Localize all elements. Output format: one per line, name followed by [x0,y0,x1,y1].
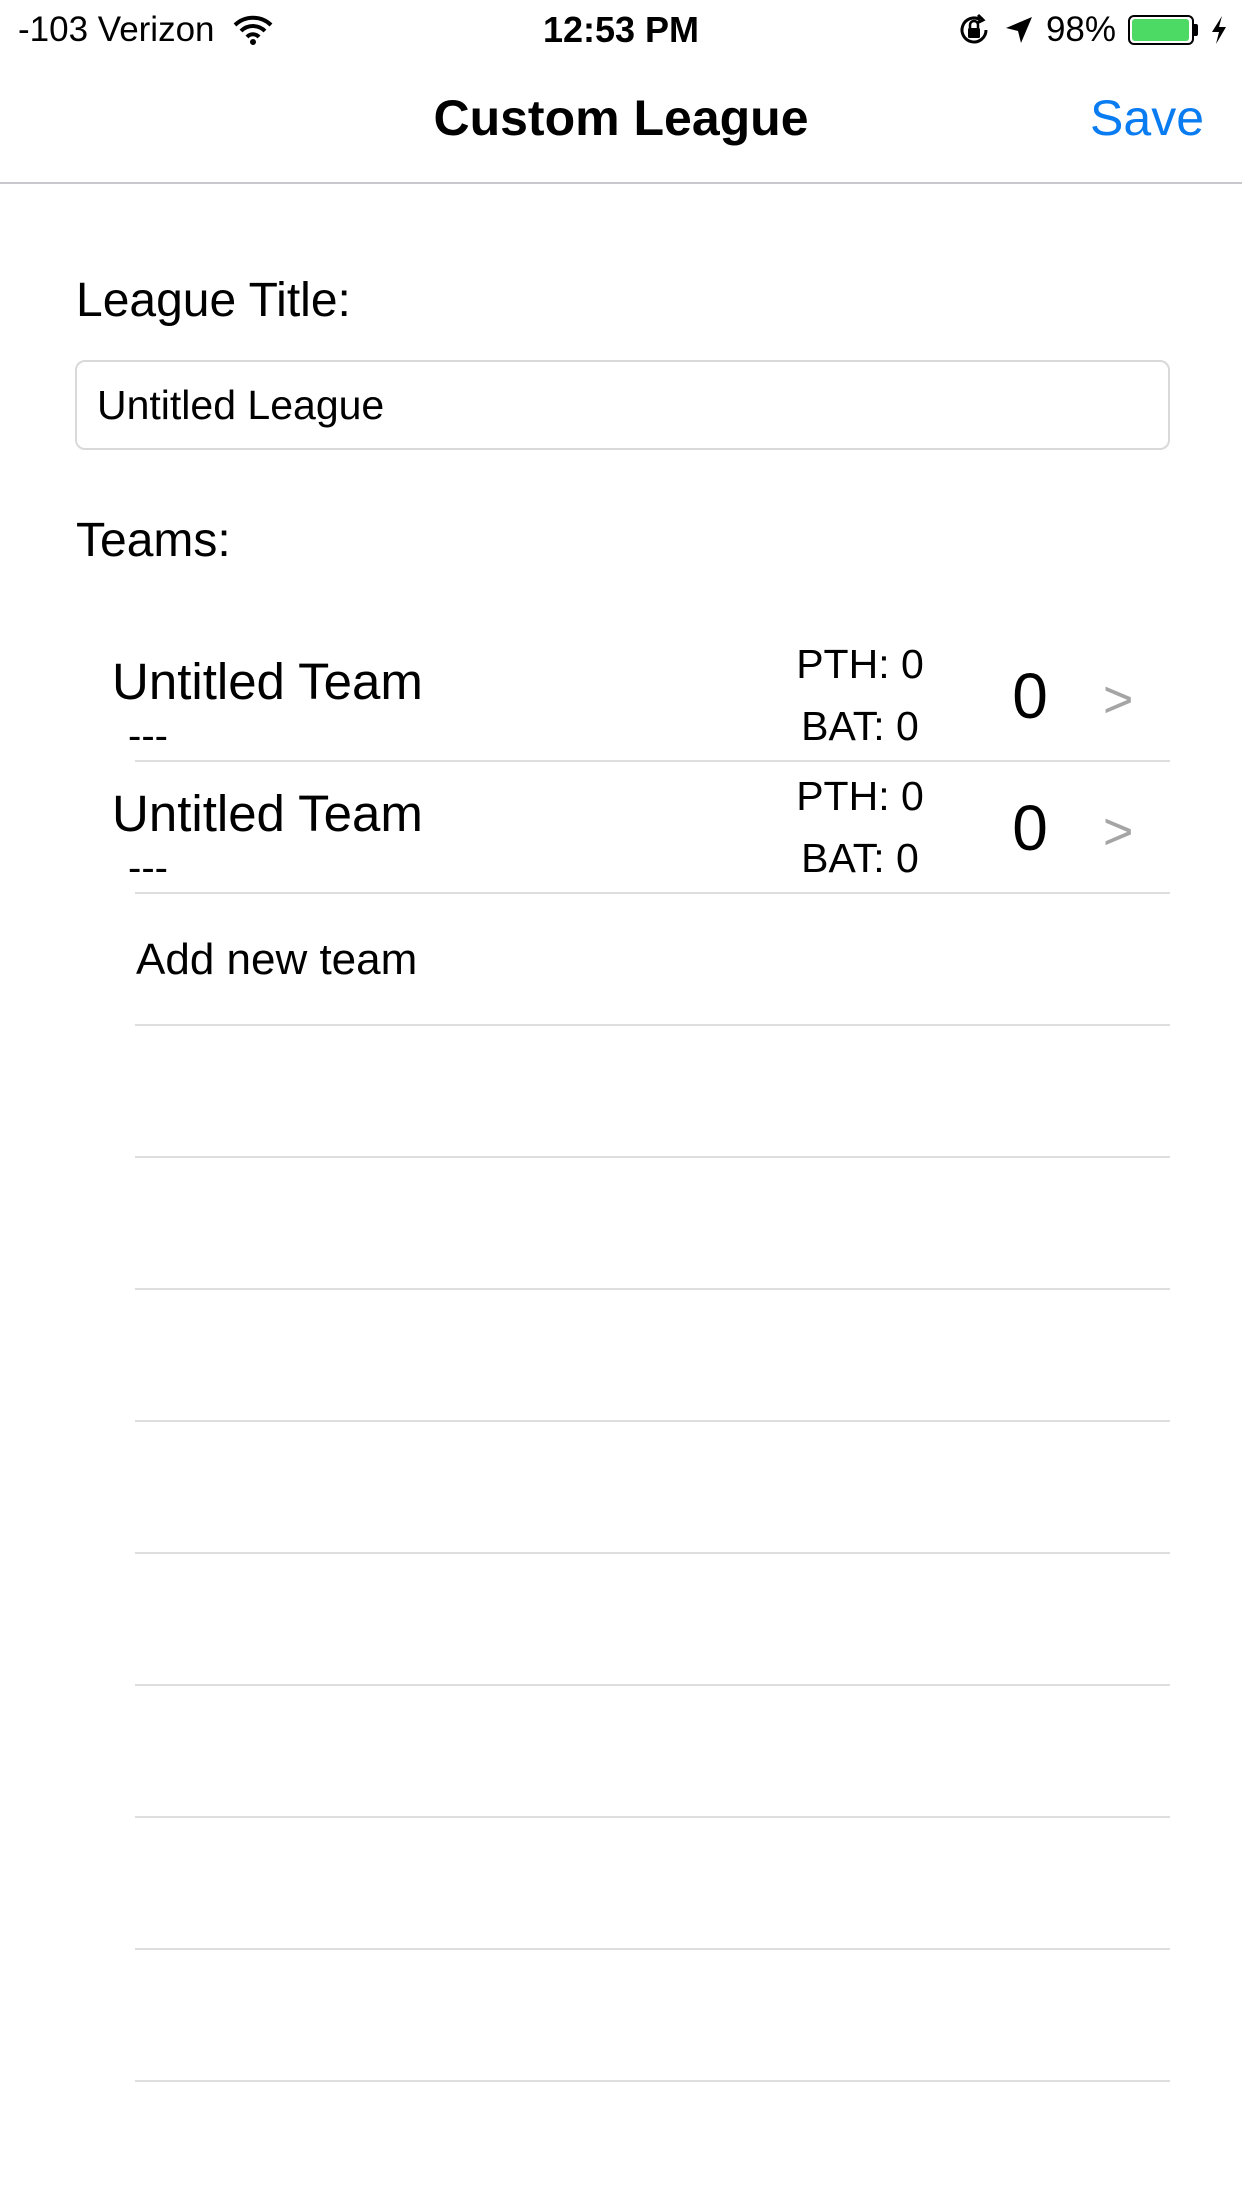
location-arrow-icon [1005,17,1032,43]
save-button[interactable]: Save [1090,88,1204,148]
status-right: 98% [956,8,1228,52]
team-score: 0 [1012,660,1048,732]
row-divider [135,1684,1170,1686]
row-divider [135,892,1170,894]
row-divider [135,1420,1170,1422]
battery-fill [1132,19,1189,41]
league-title-input[interactable] [75,360,1170,450]
team-name: Untitled Team [112,785,423,842]
charging-bolt-icon [1212,16,1226,44]
navigation-bar: Custom League Save [0,62,1242,184]
team-pitching-stat: PTH: 0 [796,641,924,687]
add-team-button[interactable]: Add new team [136,932,417,988]
row-divider [135,2080,1170,2082]
chevron-right-icon: > [1103,671,1134,729]
page-title: Custom League [433,90,809,146]
row-divider [135,1948,1170,1950]
chevron-right-icon: > [1103,803,1134,861]
row-divider [135,1552,1170,1554]
orientation-lock-icon [960,13,988,44]
team-batting-stat: BAT: 0 [801,703,919,749]
status-bar: -103 Verizon 12:53 PM 98% [0,0,1242,62]
battery-body [1128,15,1194,45]
team-score: 0 [1012,792,1048,864]
battery-icon [1128,15,1198,45]
custom-league-screen: -103 Verizon 12:53 PM 98% Custom League … [0,0,1242,2208]
team-row[interactable]: Untitled Team --- PTH: 0 BAT: 0 0 > [0,630,1242,762]
teams-label: Teams: [76,514,231,567]
team-subtitle: --- [128,714,168,758]
battery-tip [1194,24,1198,36]
team-subtitle: --- [128,846,168,890]
battery-percent: 98% [1045,10,1116,49]
team-name: Untitled Team [112,653,423,710]
row-divider [135,1156,1170,1158]
team-pitching-stat: PTH: 0 [796,773,924,819]
league-title-label: League Title: [76,274,351,327]
team-batting-stat: BAT: 0 [801,835,919,881]
row-divider [135,1024,1170,1026]
team-row[interactable]: Untitled Team --- PTH: 0 BAT: 0 0 > [0,762,1242,894]
row-divider [135,1288,1170,1290]
row-divider [135,1816,1170,1818]
